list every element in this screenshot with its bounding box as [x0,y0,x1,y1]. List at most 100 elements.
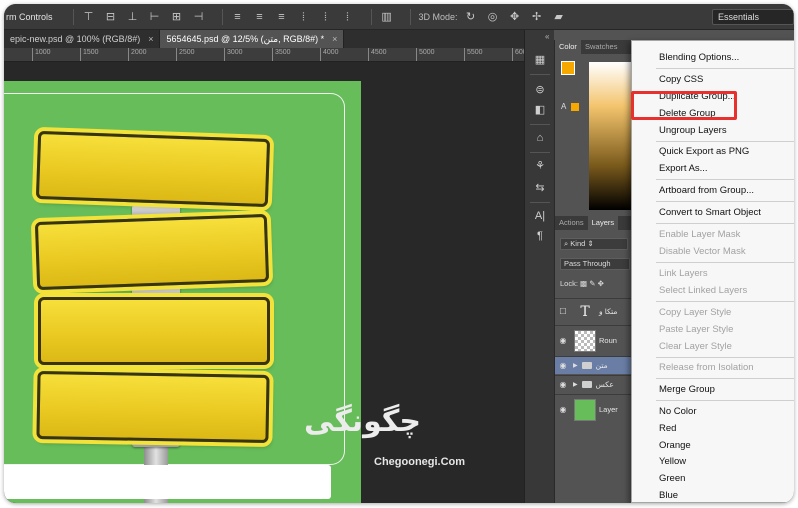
adjustments-icon[interactable]: ◧ [532,102,548,118]
kind-label: Kind [570,239,586,248]
workspace-selector[interactable]: Essentials [712,9,794,25]
tab-color[interactable]: Color [555,40,581,54]
layer-row[interactable]: ◉ Layer [555,394,635,424]
brush-icon[interactable]: ⚘ [532,158,548,174]
menu-item-convert-smart-object[interactable]: Convert to Smart Object [659,207,761,219]
eye-icon[interactable]: ◉ [555,405,571,414]
eye-icon[interactable]: ◉ [555,336,571,345]
history-icon[interactable]: ▦ [532,52,548,68]
menu-item-release-isolation: Release from Isolation [659,362,754,373]
3d-roll-icon[interactable]: ◎ [486,10,500,24]
lock-paint-icon[interactable]: ✎ [589,279,595,288]
distribute-vcenter-icon[interactable]: ≡ [253,10,267,24]
transform-controls-label[interactable]: rm Controls [6,12,53,22]
canvas-area[interactable]: چگونگی Chegoonegi.Com [4,62,524,503]
layer-name: متکا و [599,307,618,316]
menu-separator [656,357,794,358]
gamut-swatch[interactable] [571,103,579,111]
divider [221,8,223,25]
layers-panel: Actions Layers ⌕ Kind ⇕ Pass Through Loc… [554,216,635,503]
menu-item-export-as[interactable]: Export As... [659,163,708,175]
layer-row[interactable]: ☐ T متکا و [555,298,635,324]
distribute-hcenter-icon[interactable]: ⦙ [319,10,333,24]
close-icon[interactable]: × [148,30,153,48]
expand-triangle-icon[interactable]: ▶ [573,381,578,388]
collapsed-panels-strip: « ▦ ⊜ ◧ ⌂ ⚘ ⇆ A| ¶ [524,30,554,503]
tab-label: 5654645.psd @ 12/5% (متن, RGB/8#) * [166,34,325,44]
visibility-off-icon[interactable]: ☐ [555,307,571,316]
tab-layers[interactable]: Layers [587,216,619,230]
ruler-tick: 5500 [464,48,483,61]
properties-icon[interactable]: ⊜ [532,82,548,98]
close-icon[interactable]: × [332,30,337,48]
menu-item-paste-layer-style: Paste Layer Style [659,324,734,335]
align-right-icon[interactable]: ⊣ [192,10,206,24]
sign-bracket [132,205,180,217]
align-top-icon[interactable]: ⊤ [82,10,96,24]
layer-row[interactable]: ◉ Roun [555,325,635,355]
eye-icon[interactable]: ◉ [555,361,571,370]
brush-preset-icon[interactable]: ⌂ [532,130,548,146]
3d-scale-icon[interactable]: ▰ [552,10,566,24]
distribute-left-icon[interactable]: ⦙ [297,10,311,24]
tab-swatches[interactable]: Swatches [581,40,622,54]
menu-item-yellow[interactable]: Yellow [659,456,686,468]
eye-icon[interactable]: ◉ [555,380,571,389]
menu-item-no-color[interactable]: No Color [659,406,697,418]
divider [72,8,74,25]
photoshop-window: rm Controls ⊤ ⊟ ⊥ ⊢ ⊞ ⊣ ≡ ≡ ≡ ⦙ ⦙ ⦙ ▥ 3D… [4,4,794,503]
menu-item-copy-css[interactable]: Copy CSS [659,74,703,86]
align-hcenter-icon[interactable]: ⊞ [170,10,184,24]
expand-triangle-icon[interactable]: ▶ [573,362,578,369]
watermark-persian-text: چگونگی [304,404,421,439]
distribute-top-icon[interactable]: ≡ [231,10,245,24]
lock-move-icon[interactable]: ✥ [598,279,604,288]
menu-item-ungroup-layers[interactable]: Ungroup Layers [659,125,727,137]
lock-transparent-icon[interactable]: ▩ [580,279,587,288]
color-picker-field[interactable] [589,62,635,210]
divider [530,124,550,125]
menu-item-artboard-from-group[interactable]: Artboard from Group... [659,185,754,197]
ruler-tick: 2500 [176,48,195,61]
menu-item-select-linked-layers: Select Linked Layers [659,285,748,296]
layer-name: متن [595,361,608,370]
3d-mode-label: 3D Mode: [418,11,458,22]
tab-epic-new[interactable]: epic-new.psd @ 100% (RGB/8#) × [4,30,161,48]
white-text-box [4,465,331,499]
menu-item-quick-export-png[interactable]: Quick Export as PNG [659,146,749,158]
layer-filter-kind[interactable]: ⌕ Kind ⇕ [560,238,628,250]
distribute-bottom-icon[interactable]: ≡ [275,10,289,24]
options-bar: rm Controls ⊤ ⊟ ⊥ ⊢ ⊞ ⊣ ≡ ≡ ≡ ⦙ ⦙ ⦙ ▥ 3D… [4,4,794,30]
align-vcenter-icon[interactable]: ⊟ [104,10,118,24]
collapse-chevron-icon[interactable]: « [545,32,549,41]
align-bottom-icon[interactable]: ⊥ [126,10,140,24]
tab-actions[interactable]: Actions [555,216,588,230]
3d-drag-icon[interactable]: ✥ [508,10,522,24]
distribute-right-icon[interactable]: ⦙ [341,10,355,24]
menu-item-blending-options[interactable]: Blending Options... [659,52,739,64]
auto-align-icon[interactable]: ▥ [380,10,394,24]
menu-separator [656,400,794,401]
3d-slide-icon[interactable]: ✢ [530,10,544,24]
blend-mode-select[interactable]: Pass Through [560,258,630,270]
3d-rotate-icon[interactable]: ↻ [464,10,478,24]
layers-panel-tabs: Actions Layers [555,216,634,230]
watermark-logo: چگونگی Chegoonegi.Com [304,404,484,476]
tool-presets-icon[interactable]: ⇆ [532,180,548,196]
paragraph-icon[interactable]: ¶ [532,228,548,244]
menu-item-blue[interactable]: Blue [659,490,678,502]
document-tabs: epic-new.psd @ 100% (RGB/8#) × 5654645.p… [4,30,524,48]
foreground-color-swatch[interactable] [561,61,575,75]
character-icon[interactable]: A| [532,208,548,224]
menu-item-red[interactable]: Red [659,423,676,435]
menu-item-merge-group[interactable]: Merge Group [659,384,715,396]
menu-item-orange[interactable]: Orange [659,440,691,452]
layer-name: Layer [599,405,618,414]
tab-5654645[interactable]: 5654645.psd @ 12/5% (متن, RGB/8#) * × [160,30,345,48]
lock-row: Lock: ▩ ✎ ✥ [560,279,604,288]
menu-item-green[interactable]: Green [659,473,685,485]
menu-separator [656,68,794,69]
align-left-icon[interactable]: ⊢ [148,10,162,24]
layer-group-row-selected[interactable]: ◉ ▶ متن [555,356,635,374]
layer-group-row[interactable]: ◉ ▶ عکس [555,375,635,393]
